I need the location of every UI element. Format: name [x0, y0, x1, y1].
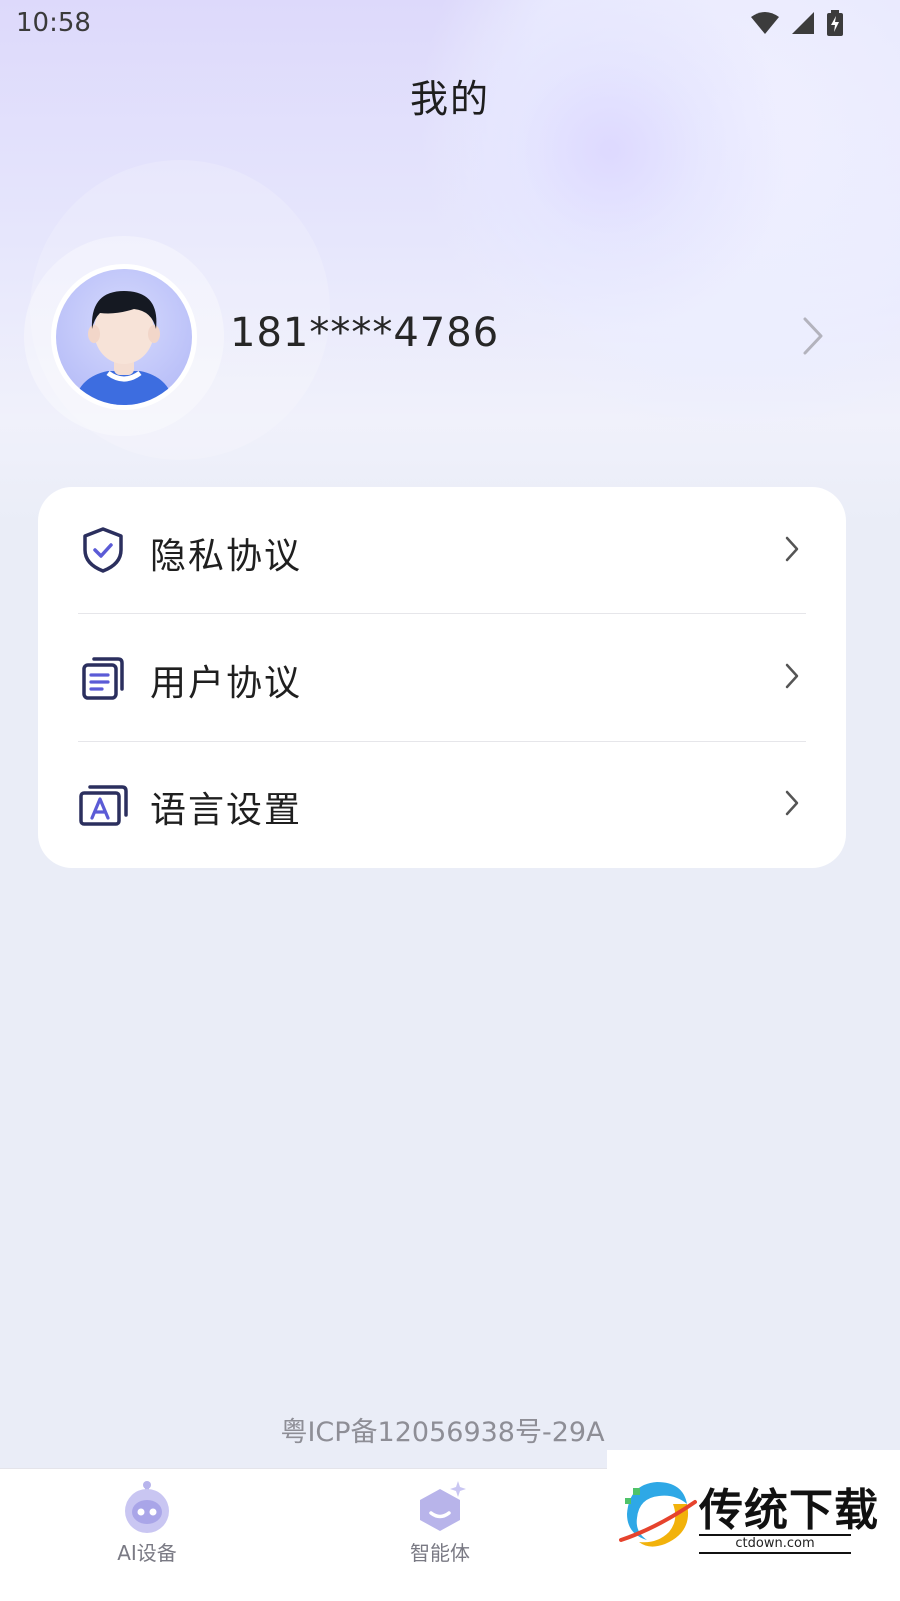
chevron-right-icon [785, 536, 799, 562]
robot-icon [125, 1481, 169, 1533]
menu-item-privacy-policy[interactable]: 隐私协议 [38, 487, 846, 614]
menu-item-language-settings[interactable]: 语言设置 [38, 741, 846, 868]
wifi-icon [751, 12, 779, 34]
settings-card: 隐私协议 用户协议 语言设置 [38, 487, 846, 868]
tab-label: AI设备 [117, 1541, 177, 1565]
tab-agents[interactable]: 智能体 [370, 1479, 510, 1566]
chevron-right-icon[interactable] [800, 316, 826, 356]
tab-ai-devices[interactable]: AI设备 [77, 1479, 217, 1566]
document-icon [82, 657, 124, 700]
tab-label: 智能体 [410, 1541, 470, 1565]
watermark-domain: ctdown.com [699, 1534, 851, 1554]
user-phone[interactable]: 181****4786 [230, 310, 499, 356]
icp-license-text: 粤ICP备12056938号-29A [280, 1417, 605, 1448]
page-title: 我的 [409, 77, 490, 121]
menu-item-label: 用户协议 [150, 663, 303, 704]
menu-item-label: 语言设置 [150, 790, 303, 831]
shield-check-icon [83, 527, 123, 573]
menu-item-user-agreement[interactable]: 用户协议 [38, 614, 846, 741]
status-time: 10:58 [16, 8, 91, 38]
watermark-brand: 传统下载 [699, 1485, 879, 1536]
status-bar: 10:58 [0, 0, 900, 50]
battery-icon [827, 10, 843, 36]
user-avatar-illustration [74, 291, 174, 405]
chevron-right-icon [785, 790, 799, 816]
brand-logo-icon [619, 1482, 697, 1547]
chevron-right-icon [785, 663, 799, 689]
avatar[interactable] [51, 264, 197, 410]
language-icon [79, 785, 128, 826]
agent-icon [420, 1481, 466, 1531]
menu-item-label: 隐私协议 [150, 536, 303, 577]
watermark: 传统下载 ctdown.com [607, 1450, 900, 1600]
cellular-signal-icon [792, 12, 814, 34]
